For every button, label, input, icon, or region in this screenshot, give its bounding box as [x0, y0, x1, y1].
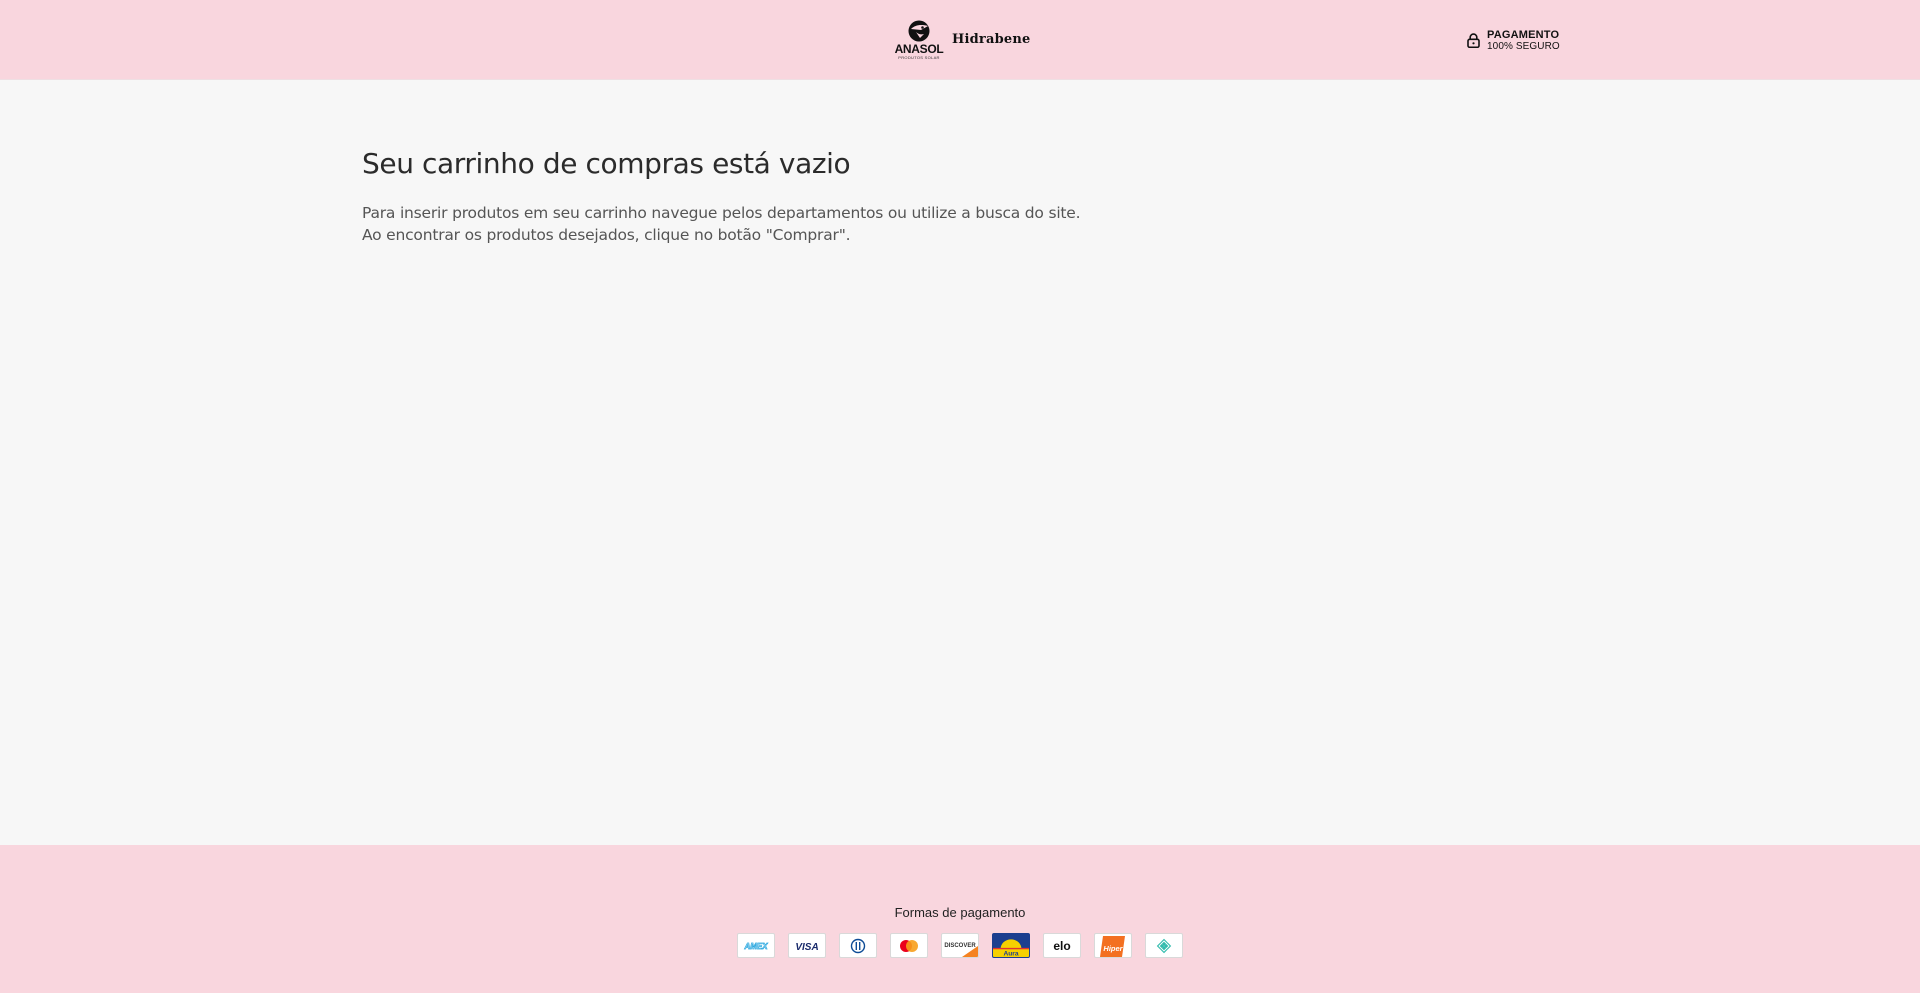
- elo-label: elo: [1053, 939, 1070, 953]
- empty-cart-message: Para inserir produtos em seu carrinho na…: [362, 202, 1081, 246]
- empty-cart-message-line2: Ao encontrar os produtos desejados, cliq…: [362, 226, 851, 244]
- hidrabene-wordmark: Hidrabene: [952, 31, 1031, 47]
- hipercard-card-icon: Hiper: [1094, 933, 1132, 958]
- visa-card-icon: VISA: [788, 933, 826, 958]
- anasol-logo: ANASOL PRODUTOS SOLAR: [894, 20, 944, 60]
- discover-card-icon: DISCOVER: [941, 933, 979, 958]
- aura-label: Aura: [1003, 950, 1018, 957]
- header: ANASOL PRODUTOS SOLAR Hidrabene PAGAMENT…: [0, 0, 1920, 80]
- amex-label: AMEX: [743, 942, 768, 951]
- secure-badge-line1: PAGAMENTO: [1487, 29, 1560, 41]
- footer: Formas de pagamento AMEX VISA DISCOVER A…: [0, 845, 1920, 993]
- secure-badge-line2: 100% SEGURO: [1487, 41, 1560, 52]
- discover-label: DISCOVER: [944, 943, 976, 949]
- mastercard-card-icon: [890, 933, 928, 958]
- elo-card-icon: elo: [1043, 933, 1081, 958]
- brand-logo-link[interactable]: ANASOL PRODUTOS SOLAR Hidrabene: [894, 18, 1030, 62]
- empty-cart-message-line1: Para inserir produtos em seu carrinho na…: [362, 204, 1081, 222]
- payment-methods-title: Formas de pagamento: [894, 905, 1026, 920]
- visa-label: VISA: [795, 942, 818, 952]
- anasol-logo-icon: [908, 20, 930, 42]
- payment-methods-list: AMEX VISA DISCOVER Aura elo Hiper: [737, 933, 1183, 958]
- pix-icon: [1145, 933, 1183, 958]
- cart-empty-section: Seu carrinho de compras está vazio Para …: [0, 81, 1920, 845]
- anasol-wordmark: ANASOL: [894, 42, 944, 56]
- anasol-tagline: PRODUTOS SOLAR: [898, 55, 940, 60]
- secure-payment-badge: PAGAMENTO 100% SEGURO: [1467, 29, 1560, 52]
- amex-card-icon: AMEX: [737, 933, 775, 958]
- page-title: Seu carrinho de compras está vazio: [362, 147, 851, 180]
- diners-card-icon: [839, 933, 877, 958]
- lock-icon: [1467, 33, 1480, 48]
- aura-card-icon: Aura: [992, 933, 1030, 958]
- hipercard-label: Hiper: [1103, 944, 1123, 953]
